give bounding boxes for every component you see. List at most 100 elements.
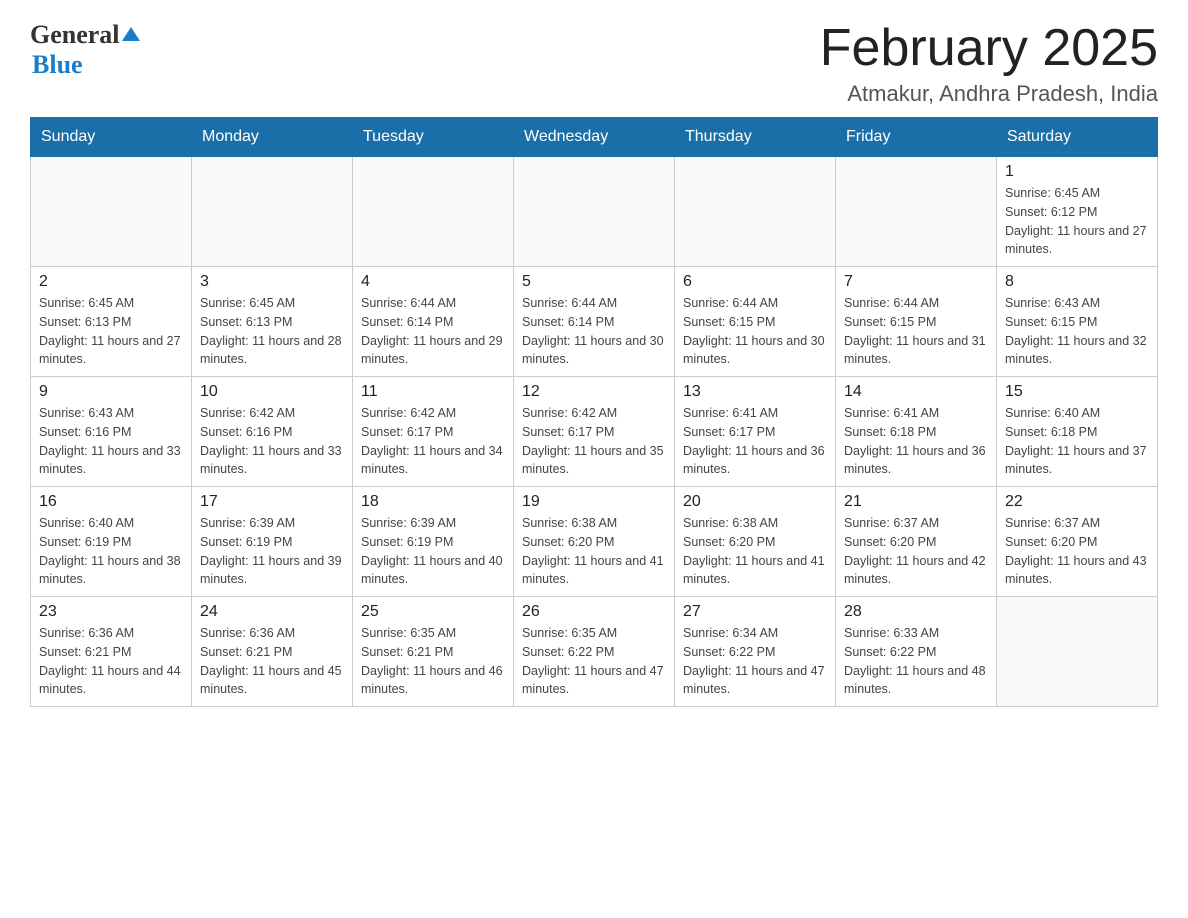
day-info: Sunrise: 6:42 AMSunset: 6:17 PMDaylight:… xyxy=(361,404,505,479)
weekday-header-row: SundayMondayTuesdayWednesdayThursdayFrid… xyxy=(31,118,1158,157)
calendar-cell: 19 Sunrise: 6:38 AMSunset: 6:20 PMDayligh… xyxy=(514,487,675,597)
day-number: 7 xyxy=(844,273,988,291)
calendar-cell: 9 Sunrise: 6:43 AMSunset: 6:16 PMDaylight… xyxy=(31,377,192,487)
weekday-header: Tuesday xyxy=(353,118,514,157)
calendar-cell: 20 Sunrise: 6:38 AMSunset: 6:20 PMDayligh… xyxy=(675,487,836,597)
calendar-cell: 24Sunrise: 6:36 AMSunset: 6:21 PMDayligh… xyxy=(192,597,353,707)
calendar-cell: 27 Sunrise: 6:34 AMSunset: 6:22 PMDayligh… xyxy=(675,597,836,707)
logo: General Blue xyxy=(30,20,140,80)
calendar-cell: 12Sunrise: 6:42 AMSunset: 6:17 PMDayligh… xyxy=(514,377,675,487)
calendar-week-row: 9 Sunrise: 6:43 AMSunset: 6:16 PMDaylight… xyxy=(31,377,1158,487)
day-number: 20 xyxy=(683,493,827,511)
calendar-week-row: 1 Sunrise: 6:45 AMSunset: 6:12 PMDaylight… xyxy=(31,157,1158,267)
day-info: Sunrise: 6:43 AMSunset: 6:15 PMDaylight:… xyxy=(1005,294,1149,369)
day-number: 2 xyxy=(39,273,183,291)
day-info: Sunrise: 6:44 AMSunset: 6:15 PMDaylight:… xyxy=(844,294,988,369)
calendar-cell: 21 Sunrise: 6:37 AMSunset: 6:20 PMDayligh… xyxy=(836,487,997,597)
day-info: Sunrise: 6:37 AMSunset: 6:20 PMDaylight:… xyxy=(1005,514,1149,589)
day-info: Sunrise: 6:37 AMSunset: 6:20 PMDaylight:… xyxy=(844,514,988,589)
calendar-cell xyxy=(675,157,836,267)
day-number: 3 xyxy=(200,273,344,291)
calendar-cell: 25 Sunrise: 6:35 AMSunset: 6:21 PMDayligh… xyxy=(353,597,514,707)
day-number: 9 xyxy=(39,383,183,401)
day-info: Sunrise: 6:45 AMSunset: 6:13 PMDaylight:… xyxy=(39,294,183,369)
day-info: Sunrise: 6:41 AMSunset: 6:18 PMDaylight:… xyxy=(844,404,988,479)
weekday-header: Friday xyxy=(836,118,997,157)
logo-blue-text: Blue xyxy=(32,50,83,79)
calendar-cell: 6 Sunrise: 6:44 AMSunset: 6:15 PMDaylight… xyxy=(675,267,836,377)
calendar-cell: 14 Sunrise: 6:41 AMSunset: 6:18 PMDayligh… xyxy=(836,377,997,487)
calendar-cell: 2 Sunrise: 6:45 AMSunset: 6:13 PMDaylight… xyxy=(31,267,192,377)
day-info: Sunrise: 6:44 AMSunset: 6:15 PMDaylight:… xyxy=(683,294,827,369)
day-info: Sunrise: 6:40 AMSunset: 6:18 PMDaylight:… xyxy=(1005,404,1149,479)
day-number: 19 xyxy=(522,493,666,511)
calendar-cell: 10Sunrise: 6:42 AMSunset: 6:16 PMDayligh… xyxy=(192,377,353,487)
calendar-cell: 11 Sunrise: 6:42 AMSunset: 6:17 PMDayligh… xyxy=(353,377,514,487)
day-info: Sunrise: 6:38 AMSunset: 6:20 PMDaylight:… xyxy=(683,514,827,589)
calendar-cell: 7 Sunrise: 6:44 AMSunset: 6:15 PMDaylight… xyxy=(836,267,997,377)
calendar-cell: 1 Sunrise: 6:45 AMSunset: 6:12 PMDaylight… xyxy=(997,157,1158,267)
weekday-header: Thursday xyxy=(675,118,836,157)
day-number: 13 xyxy=(683,383,827,401)
day-number: 25 xyxy=(361,603,505,621)
day-info: Sunrise: 6:39 AMSunset: 6:19 PMDaylight:… xyxy=(361,514,505,589)
day-number: 21 xyxy=(844,493,988,511)
calendar-cell: 23 Sunrise: 6:36 AMSunset: 6:21 PMDayligh… xyxy=(31,597,192,707)
day-number: 23 xyxy=(39,603,183,621)
logo-general-text: General xyxy=(30,20,120,50)
day-number: 1 xyxy=(1005,163,1149,181)
weekday-header: Sunday xyxy=(31,118,192,157)
calendar-table: SundayMondayTuesdayWednesdayThursdayFrid… xyxy=(30,117,1158,707)
calendar-cell xyxy=(997,597,1158,707)
day-number: 27 xyxy=(683,603,827,621)
calendar-cell: 8 Sunrise: 6:43 AMSunset: 6:15 PMDaylight… xyxy=(997,267,1158,377)
calendar-cell: 17Sunrise: 6:39 AMSunset: 6:19 PMDayligh… xyxy=(192,487,353,597)
day-number: 14 xyxy=(844,383,988,401)
calendar-cell: 3 Sunrise: 6:45 AMSunset: 6:13 PMDaylight… xyxy=(192,267,353,377)
day-number: 5 xyxy=(522,273,666,291)
day-info: Sunrise: 6:45 AMSunset: 6:13 PMDaylight:… xyxy=(200,294,344,369)
weekday-header: Saturday xyxy=(997,118,1158,157)
calendar-cell: 22 Sunrise: 6:37 AMSunset: 6:20 PMDayligh… xyxy=(997,487,1158,597)
day-info: Sunrise: 6:34 AMSunset: 6:22 PMDaylight:… xyxy=(683,624,827,699)
calendar-cell: 5 Sunrise: 6:44 AMSunset: 6:14 PMDaylight… xyxy=(514,267,675,377)
day-number: 10 xyxy=(200,383,344,401)
day-number: 26 xyxy=(522,603,666,621)
page-header: General Blue February 2025 Atmakur, Andh… xyxy=(30,20,1158,107)
logo-triangle-icon xyxy=(122,23,140,41)
day-number: 4 xyxy=(361,273,505,291)
day-number: 22 xyxy=(1005,493,1149,511)
calendar-cell: 26 Sunrise: 6:35 AMSunset: 6:22 PMDayligh… xyxy=(514,597,675,707)
day-number: 16 xyxy=(39,493,183,511)
day-info: Sunrise: 6:41 AMSunset: 6:17 PMDaylight:… xyxy=(683,404,827,479)
day-info: Sunrise: 6:44 AMSunset: 6:14 PMDaylight:… xyxy=(522,294,666,369)
day-number: 17 xyxy=(200,493,344,511)
calendar-week-row: 23 Sunrise: 6:36 AMSunset: 6:21 PMDayligh… xyxy=(31,597,1158,707)
calendar-cell xyxy=(192,157,353,267)
calendar-subtitle: Atmakur, Andhra Pradesh, India xyxy=(820,81,1158,107)
calendar-cell xyxy=(31,157,192,267)
calendar-cell xyxy=(836,157,997,267)
day-number: 24 xyxy=(200,603,344,621)
day-info: Sunrise: 6:45 AMSunset: 6:12 PMDaylight:… xyxy=(1005,184,1149,259)
calendar-cell: 15 Sunrise: 6:40 AMSunset: 6:18 PMDayligh… xyxy=(997,377,1158,487)
day-number: 6 xyxy=(683,273,827,291)
day-info: Sunrise: 6:43 AMSunset: 6:16 PMDaylight:… xyxy=(39,404,183,479)
day-number: 15 xyxy=(1005,383,1149,401)
calendar-title: February 2025 xyxy=(820,20,1158,77)
title-section: February 2025 Atmakur, Andhra Pradesh, I… xyxy=(820,20,1158,107)
calendar-week-row: 16Sunrise: 6:40 AMSunset: 6:19 PMDayligh… xyxy=(31,487,1158,597)
day-number: 28 xyxy=(844,603,988,621)
calendar-cell xyxy=(514,157,675,267)
day-info: Sunrise: 6:38 AMSunset: 6:20 PMDaylight:… xyxy=(522,514,666,589)
day-number: 8 xyxy=(1005,273,1149,291)
calendar-cell: 28Sunrise: 6:33 AMSunset: 6:22 PMDayligh… xyxy=(836,597,997,707)
calendar-cell: 18Sunrise: 6:39 AMSunset: 6:19 PMDayligh… xyxy=(353,487,514,597)
day-info: Sunrise: 6:35 AMSunset: 6:22 PMDaylight:… xyxy=(522,624,666,699)
calendar-cell: 4 Sunrise: 6:44 AMSunset: 6:14 PMDaylight… xyxy=(353,267,514,377)
day-info: Sunrise: 6:35 AMSunset: 6:21 PMDaylight:… xyxy=(361,624,505,699)
day-info: Sunrise: 6:36 AMSunset: 6:21 PMDaylight:… xyxy=(39,624,183,699)
weekday-header: Monday xyxy=(192,118,353,157)
day-info: Sunrise: 6:44 AMSunset: 6:14 PMDaylight:… xyxy=(361,294,505,369)
day-number: 11 xyxy=(361,383,505,401)
